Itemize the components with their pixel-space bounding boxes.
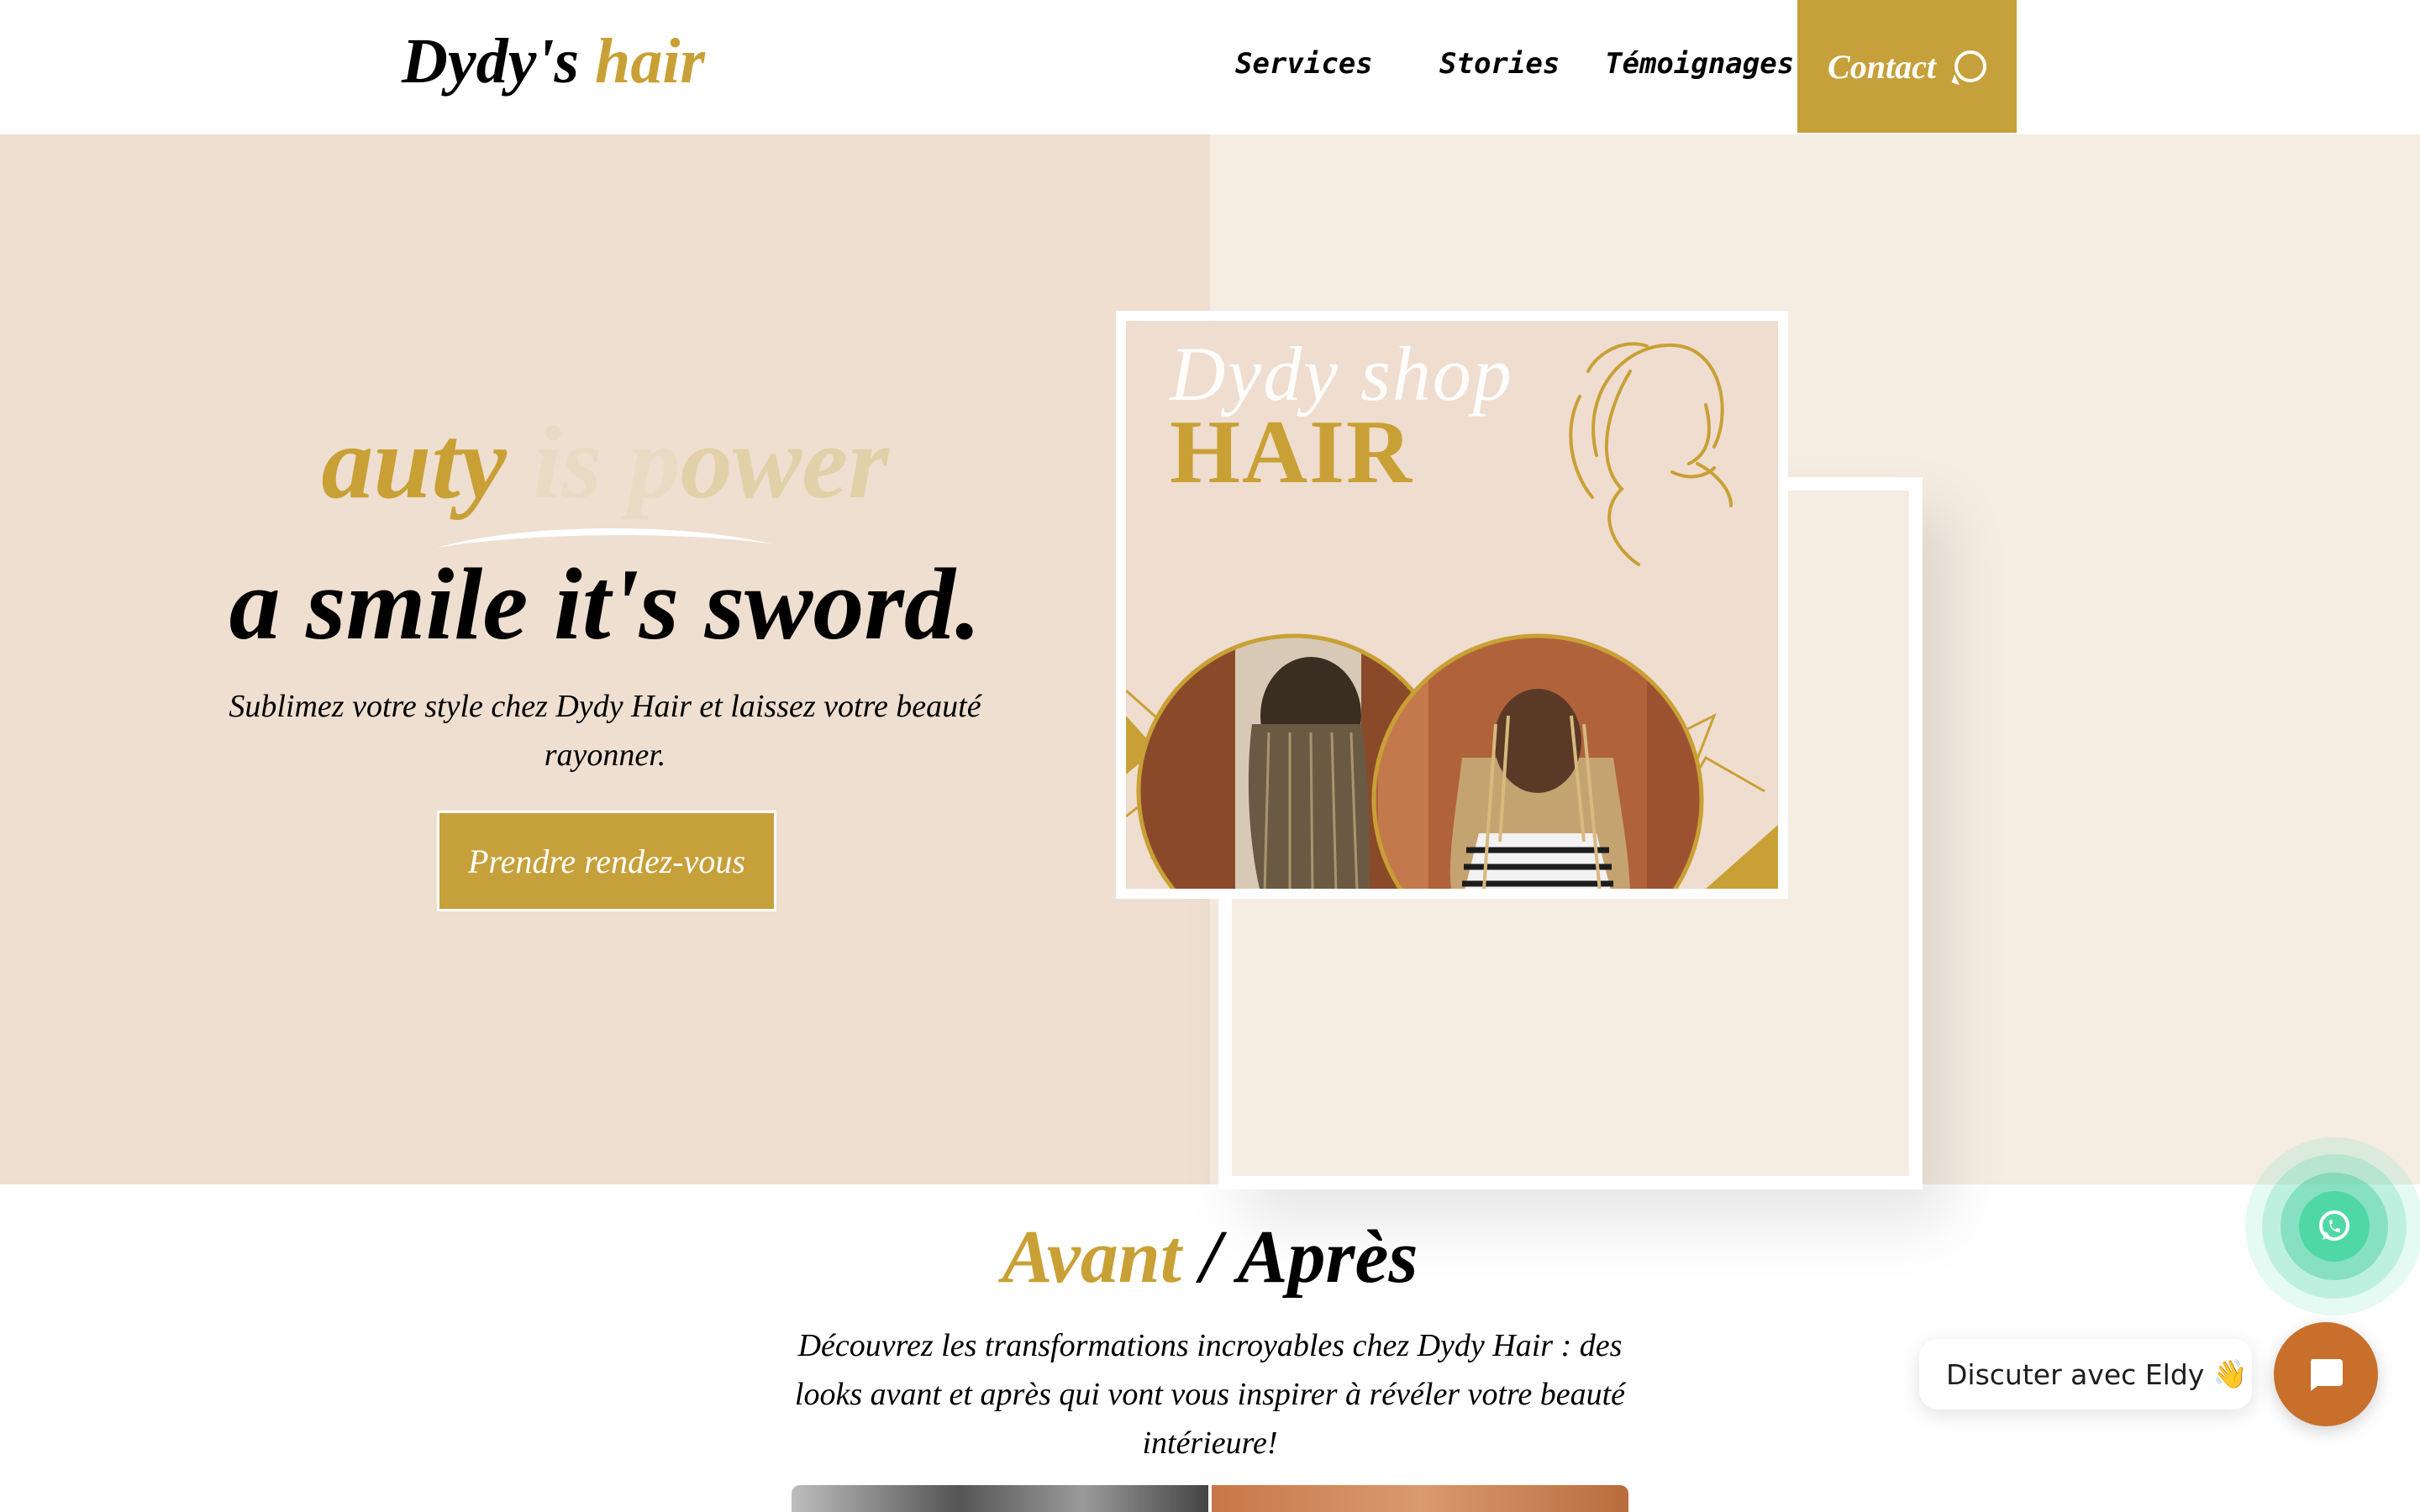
site-header: Dydy's hair Services Stories Témoignages…: [0, 0, 2420, 134]
wave-icon: 👋: [2212, 1357, 2248, 1390]
chat-icon: [2310, 1359, 2343, 1391]
nav-temoignages[interactable]: Témoignages: [1605, 47, 1794, 81]
after-image: [1212, 1485, 1628, 1512]
book-appointment-button[interactable]: Prendre rendez-vous: [437, 811, 776, 911]
tagline-part: ower: [680, 405, 889, 520]
chat-launcher-button[interactable]: [2274, 1322, 2378, 1426]
contact-label: Contact: [1828, 47, 1936, 86]
logo[interactable]: Dydy's hair: [402, 25, 705, 98]
whatsapp-icon: [1954, 50, 1986, 82]
section-description: Découvrez les transformations incroyable…: [794, 1328, 1626, 1461]
contact-button[interactable]: Contact: [1797, 0, 2017, 133]
title-gold: Avant: [1002, 1215, 1181, 1299]
hero-headline: a smile it's sword.: [229, 548, 981, 661]
tagline-part: auty: [321, 405, 533, 520]
chat-greeting-bubble[interactable]: Discuter avec Eldy 👋: [1919, 1339, 2252, 1410]
tagline-part: is: [532, 405, 602, 520]
hero-subtitle: Sublimez votre style chez Dydy Hair et l…: [229, 689, 981, 773]
logo-accent-text: hair: [595, 26, 706, 97]
hero-image: Dydy shop HAIR: [1116, 311, 1788, 899]
chat-label: Discuter avec Eldy: [1946, 1357, 2205, 1391]
whatsapp-icon: [2299, 1191, 2370, 1262]
whatsapp-float-button[interactable]: [2245, 1137, 2420, 1315]
logo-main-text: Dydy's: [402, 26, 580, 97]
woman-face-line-art-icon: [1569, 342, 1733, 566]
image-hair-title: HAIR: [1170, 402, 1414, 502]
tagline-part: p: [602, 405, 681, 520]
nav-services[interactable]: Services: [1235, 47, 1373, 81]
title-separator: /: [1181, 1215, 1238, 1299]
title-black: Après: [1237, 1215, 1418, 1299]
nav-stories[interactable]: Stories: [1439, 47, 1560, 81]
hero-tagline: auty is power: [218, 403, 992, 522]
before-image: [792, 1485, 1208, 1512]
section-title: Avant / Après: [874, 1214, 1546, 1300]
